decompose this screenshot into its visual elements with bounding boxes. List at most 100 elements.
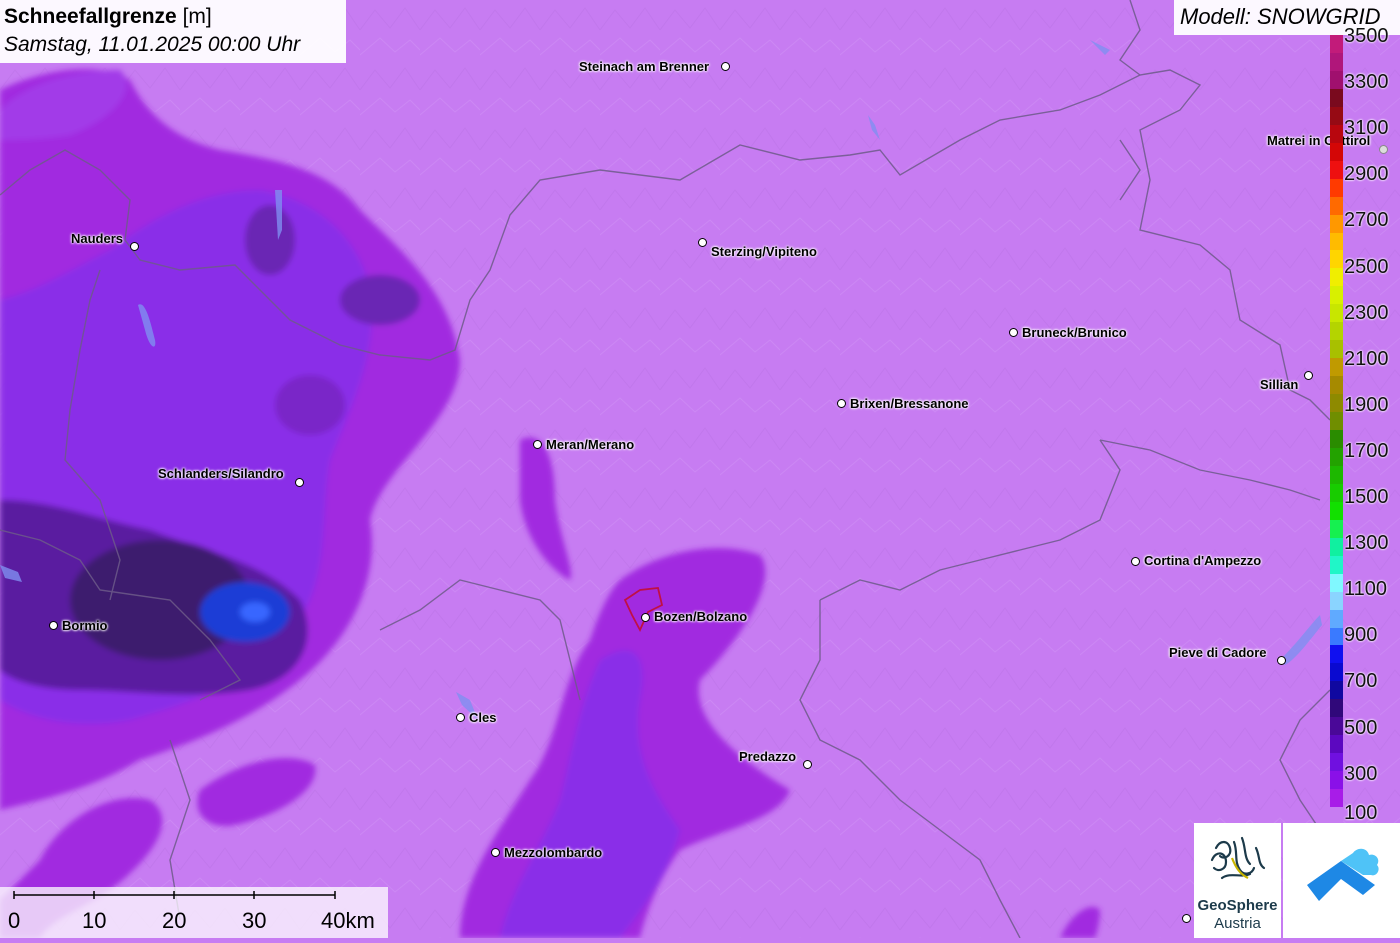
city-label: Sillian: [1260, 377, 1299, 392]
legend-swatch: [1330, 447, 1343, 467]
city-dot: [130, 242, 139, 251]
legend-swatch: [1330, 196, 1343, 216]
city-dot: [1304, 371, 1313, 380]
legend-swatch: [1330, 483, 1343, 503]
legend-swatch: [1330, 250, 1343, 269]
legend-swatch: [1330, 717, 1343, 736]
city-label: Steinach am Brenner: [579, 59, 710, 74]
map-datetime: Samstag, 11.01.2025 00:00 Uhr: [4, 33, 301, 56]
city-dot: [1182, 914, 1191, 923]
legend-label: 3300: [1344, 71, 1389, 94]
legend-swatch: [1330, 232, 1343, 251]
legend-swatch: [1330, 465, 1343, 485]
legend-swatch: [1330, 106, 1343, 126]
legend-swatch: [1330, 88, 1343, 108]
scale-bar: 0 10 20 30 40km: [0, 887, 388, 938]
legend-colorbar: [1330, 35, 1343, 826]
legend-swatch: [1330, 124, 1343, 144]
city-label: Cortina d'Ampezzo: [1144, 553, 1262, 568]
city-dot: [698, 238, 707, 247]
color-legend: 3500 3300 3100 2900 2700 2500 2300 2100 1900 1700…: [1330, 26, 1400, 826]
legend-swatch: [1330, 609, 1343, 628]
legend-swatch: [1330, 591, 1343, 611]
legend-label: 2500: [1344, 255, 1389, 278]
city-dot: [49, 621, 58, 630]
legend-swatch: [1330, 268, 1343, 287]
city-label: Nauders: [71, 231, 124, 246]
legend-swatch: [1330, 214, 1343, 233]
city-dot: [1009, 328, 1018, 337]
legend-label: 1500: [1344, 486, 1389, 508]
parameter-unit: [m]: [182, 5, 212, 28]
city-label: Predazzo: [739, 749, 797, 764]
legend-swatch: [1330, 645, 1343, 664]
legend-label: 3500: [1344, 25, 1389, 47]
legend-swatch: [1330, 501, 1343, 521]
city-dot: [641, 613, 650, 622]
zone-west-blob1: [340, 275, 420, 325]
legend-swatch: [1330, 286, 1343, 305]
legend-label: 100: [1344, 802, 1378, 824]
city-label: Mezzolombardo: [504, 845, 603, 860]
legend-label: 700: [1344, 670, 1378, 693]
legend-label: 1300: [1344, 532, 1389, 555]
parameter-name: Schneefallgrenze: [4, 5, 177, 28]
partner-logo: [1283, 823, 1400, 938]
scale-label-20: 20: [162, 908, 187, 933]
map-title-panel: Schneefallgrenze [m] Samstag, 11.01.2025…: [0, 0, 346, 63]
scale-label-10: 10: [82, 908, 107, 933]
legend-label: 300: [1344, 762, 1378, 785]
legend-swatch: [1330, 412, 1343, 431]
legend-swatch: [1330, 537, 1343, 557]
legend-label: 1100: [1344, 578, 1388, 601]
city-dot: [491, 848, 500, 857]
map-title: Schneefallgrenze [m]: [4, 3, 342, 31]
city-dot: [803, 760, 812, 769]
geosphere-emblem-icon: [1210, 836, 1266, 880]
city-dot: [533, 440, 542, 449]
legend-swatch: [1330, 142, 1343, 162]
legend-swatch: [1330, 771, 1343, 790]
legend-label: 900: [1344, 624, 1378, 647]
legend-label: 2900: [1344, 163, 1389, 186]
legend-swatch: [1330, 627, 1343, 646]
legend-swatch: [1330, 376, 1343, 395]
legend-swatch: [1330, 358, 1343, 377]
legend-label: 2700: [1344, 209, 1389, 232]
legend-swatch: [1330, 322, 1343, 341]
city-label: Sterzing/Vipiteno: [711, 244, 817, 259]
legend-swatch: [1330, 394, 1343, 413]
legend-swatch: [1330, 70, 1343, 90]
legend-swatch: [1330, 178, 1343, 198]
legend-label: 2300: [1344, 301, 1389, 324]
city-label: Pieve di Cadore: [1169, 645, 1267, 660]
legend-label: 2100: [1344, 347, 1389, 370]
city-label: Brixen/Bressanone: [850, 396, 969, 411]
legend-label: 1700: [1344, 439, 1389, 462]
legend-swatch: [1330, 735, 1343, 754]
snow-mountain-logo-icon: [1307, 848, 1379, 901]
geosphere-logo-line2: Austria: [1214, 915, 1261, 932]
city-dot: [1131, 557, 1140, 566]
city-label: Bruneck/Brunico: [1022, 325, 1127, 340]
city-dot: [721, 62, 730, 71]
legend-swatch: [1330, 430, 1343, 449]
city-label: Cles: [469, 710, 497, 725]
legend-label: 500: [1344, 716, 1378, 739]
legend-swatch: [1330, 519, 1343, 539]
legend-swatch: [1330, 340, 1343, 359]
legend-swatch: [1330, 573, 1343, 593]
city-dot: [837, 399, 846, 408]
zone-west-blob3: [245, 205, 295, 275]
geosphere-logo: GeoSphere Austria: [1194, 823, 1281, 938]
legend-swatch: [1330, 160, 1343, 180]
geosphere-logo-line1: GeoSphere: [1197, 897, 1278, 914]
legend-swatch: [1330, 699, 1343, 718]
city-label: Meran/Merano: [546, 437, 635, 452]
city-dot: [1277, 656, 1286, 665]
legend-label: 3100: [1344, 117, 1389, 140]
legend-swatch: [1330, 663, 1343, 682]
city-label: Schlanders/Silandro: [158, 466, 284, 481]
scale-label-0: 0: [8, 908, 21, 933]
scale-label-30: 30: [242, 908, 267, 933]
